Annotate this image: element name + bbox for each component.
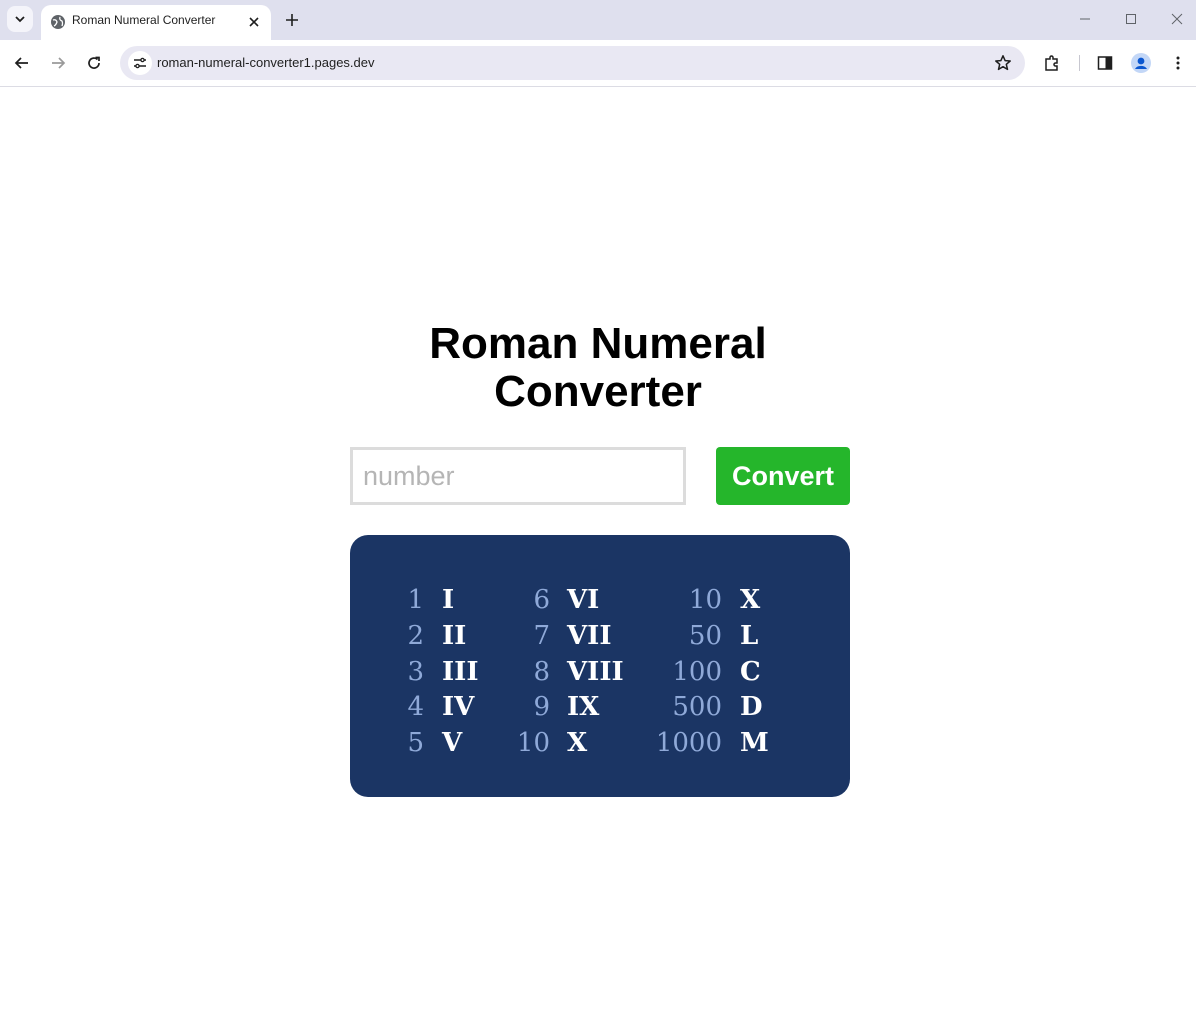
- bookmark-star-icon[interactable]: [994, 54, 1012, 72]
- tab-title: Roman Numeral Converter: [72, 13, 216, 27]
- forward-arrow-icon: [52, 57, 66, 69]
- reference-row: 500 D: [640, 690, 840, 726]
- close-window-button[interactable]: [1165, 8, 1189, 30]
- page-title-line2: Converter: [494, 367, 702, 416]
- maximize-button[interactable]: [1119, 8, 1143, 30]
- roman-numeral: I: [442, 585, 455, 615]
- arabic-number: 6: [533, 585, 550, 615]
- page-title: Roman Numeral Converter: [0, 320, 1196, 416]
- roman-numeral: VIII: [567, 657, 624, 687]
- profile-button[interactable]: [1128, 50, 1154, 76]
- back-button[interactable]: [9, 50, 35, 76]
- roman-numeral: VI: [567, 585, 600, 615]
- avatar: [1131, 53, 1151, 73]
- arabic-number: 500: [672, 692, 722, 722]
- arabic-number: 4: [407, 692, 424, 722]
- url-text[interactable]: roman-numeral-converter1.pages.dev: [157, 55, 375, 70]
- reference-panel: 1 I 2 II 3 III 4 IV 5 V 6 VI 7 VII 8 VII…: [350, 535, 850, 797]
- globe-icon: [51, 15, 65, 29]
- close-icon: [1171, 13, 1183, 25]
- arabic-number: 50: [688, 621, 722, 651]
- roman-numeral: VII: [567, 621, 612, 651]
- roman-numeral: IV: [442, 692, 475, 722]
- page-title-line1: Roman Numeral: [429, 319, 767, 368]
- toolbar-separator: [1079, 55, 1080, 71]
- arabic-number: 2: [407, 621, 424, 651]
- reference-row: 1000 M: [640, 726, 840, 762]
- arabic-number: 1: [407, 585, 424, 615]
- roman-numeral: X: [740, 585, 761, 615]
- convert-button[interactable]: Convert: [716, 447, 850, 505]
- close-tab-icon[interactable]: [246, 14, 262, 30]
- side-panel-icon: [1097, 56, 1113, 70]
- reference-row: 10 X: [640, 583, 840, 619]
- reference-row: 100 C: [640, 655, 840, 691]
- arabic-number: 9: [533, 692, 550, 722]
- back-arrow-icon: [14, 57, 28, 69]
- roman-numeral: X: [567, 728, 588, 758]
- roman-numeral: IX: [567, 692, 600, 722]
- roman-numeral: M: [740, 728, 769, 758]
- menu-button[interactable]: [1165, 50, 1191, 76]
- arabic-number: 7: [533, 621, 550, 651]
- arabic-number: 3: [407, 657, 424, 687]
- tune-icon: [134, 57, 146, 69]
- maximize-icon: [1126, 14, 1136, 24]
- roman-numeral: D: [740, 692, 763, 722]
- browser-toolbar: roman-numeral-converter1.pages.dev: [0, 40, 1196, 87]
- browser-tab-bar: Roman Numeral Converter: [0, 0, 1196, 40]
- side-panel-button[interactable]: [1092, 50, 1118, 76]
- more-vert-icon: [1176, 56, 1180, 70]
- roman-numeral: L: [740, 621, 759, 651]
- extensions-button[interactable]: [1039, 50, 1065, 76]
- forward-button[interactable]: [45, 50, 71, 76]
- arabic-number: 10: [688, 585, 722, 615]
- minimize-icon: [1080, 18, 1090, 20]
- roman-numeral: C: [740, 657, 761, 687]
- roman-numeral: II: [442, 621, 467, 651]
- tab-search-button[interactable]: [7, 6, 33, 32]
- arabic-number: 8: [533, 657, 550, 687]
- arabic-number: 5: [407, 728, 424, 758]
- roman-numeral: III: [442, 657, 479, 687]
- new-tab-button[interactable]: [282, 10, 302, 30]
- arabic-number: 10: [516, 728, 550, 758]
- arabic-number: 100: [672, 657, 722, 687]
- number-input[interactable]: [350, 447, 686, 505]
- browser-tab[interactable]: Roman Numeral Converter: [41, 5, 271, 40]
- chevron-down-icon: [15, 16, 25, 23]
- roman-numeral: V: [442, 728, 463, 758]
- arabic-number: 1000: [655, 728, 722, 758]
- plus-icon: [286, 14, 298, 26]
- reload-button[interactable]: [81, 50, 107, 76]
- address-bar[interactable]: roman-numeral-converter1.pages.dev: [120, 46, 1025, 80]
- site-info-button[interactable]: [128, 51, 152, 75]
- minimize-button[interactable]: [1073, 8, 1097, 30]
- puzzle-icon: [1045, 55, 1058, 71]
- reference-row: 50 L: [640, 619, 840, 655]
- reload-icon: [88, 56, 100, 69]
